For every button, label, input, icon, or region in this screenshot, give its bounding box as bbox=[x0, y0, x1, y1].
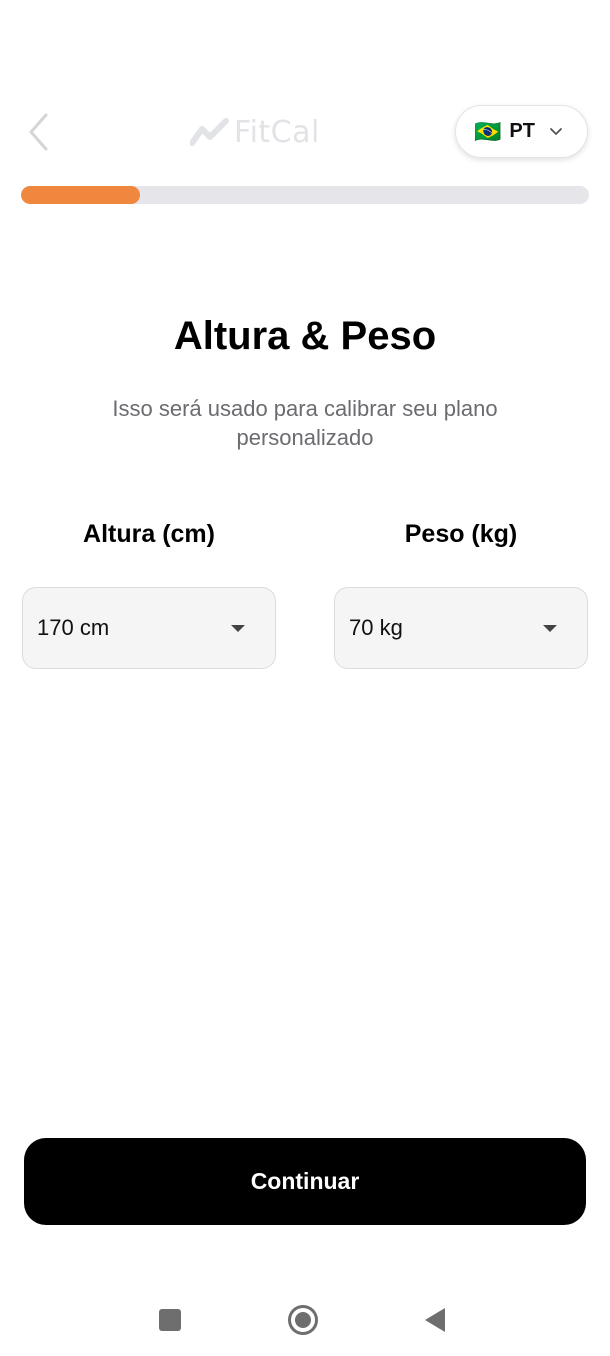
app-logo: FitCal bbox=[190, 112, 320, 152]
height-value: 170 cm bbox=[37, 615, 110, 640]
page-subtitle: Isso será usado para calibrar seu plano … bbox=[112, 396, 498, 450]
circle-icon bbox=[288, 1305, 318, 1335]
triangle-left-icon bbox=[425, 1308, 445, 1332]
nav-home-button[interactable] bbox=[273, 1290, 333, 1350]
caret-down-icon bbox=[231, 624, 245, 632]
nav-back-button[interactable] bbox=[405, 1290, 465, 1350]
chevron-left-icon bbox=[29, 113, 48, 151]
trend-line-icon bbox=[190, 118, 229, 146]
continue-button[interactable]: Continuar bbox=[24, 1138, 586, 1225]
brazil-flag-icon: 🇧🇷 bbox=[474, 118, 502, 144]
system-nav-bar bbox=[0, 1290, 610, 1350]
chevron-down-icon bbox=[550, 127, 562, 135]
app-name: FitCal bbox=[234, 114, 320, 150]
height-label: Altura (cm) bbox=[83, 520, 215, 548]
back-button[interactable] bbox=[18, 108, 58, 156]
weight-value: 70 kg bbox=[349, 615, 403, 640]
square-icon bbox=[159, 1309, 181, 1331]
nav-recents-button[interactable] bbox=[140, 1290, 200, 1350]
weight-label: Peso (kg) bbox=[404, 520, 518, 548]
caret-down-icon bbox=[543, 624, 557, 632]
language-selector[interactable]: 🇧🇷 PT bbox=[455, 105, 588, 158]
height-select[interactable]: 170 cm bbox=[22, 587, 276, 669]
weight-select[interactable]: 70 kg bbox=[334, 587, 588, 669]
language-code: PT bbox=[509, 120, 535, 142]
page-title: Altura & Peso bbox=[173, 314, 437, 358]
progress-bar bbox=[21, 186, 589, 204]
progress-fill bbox=[21, 186, 141, 204]
